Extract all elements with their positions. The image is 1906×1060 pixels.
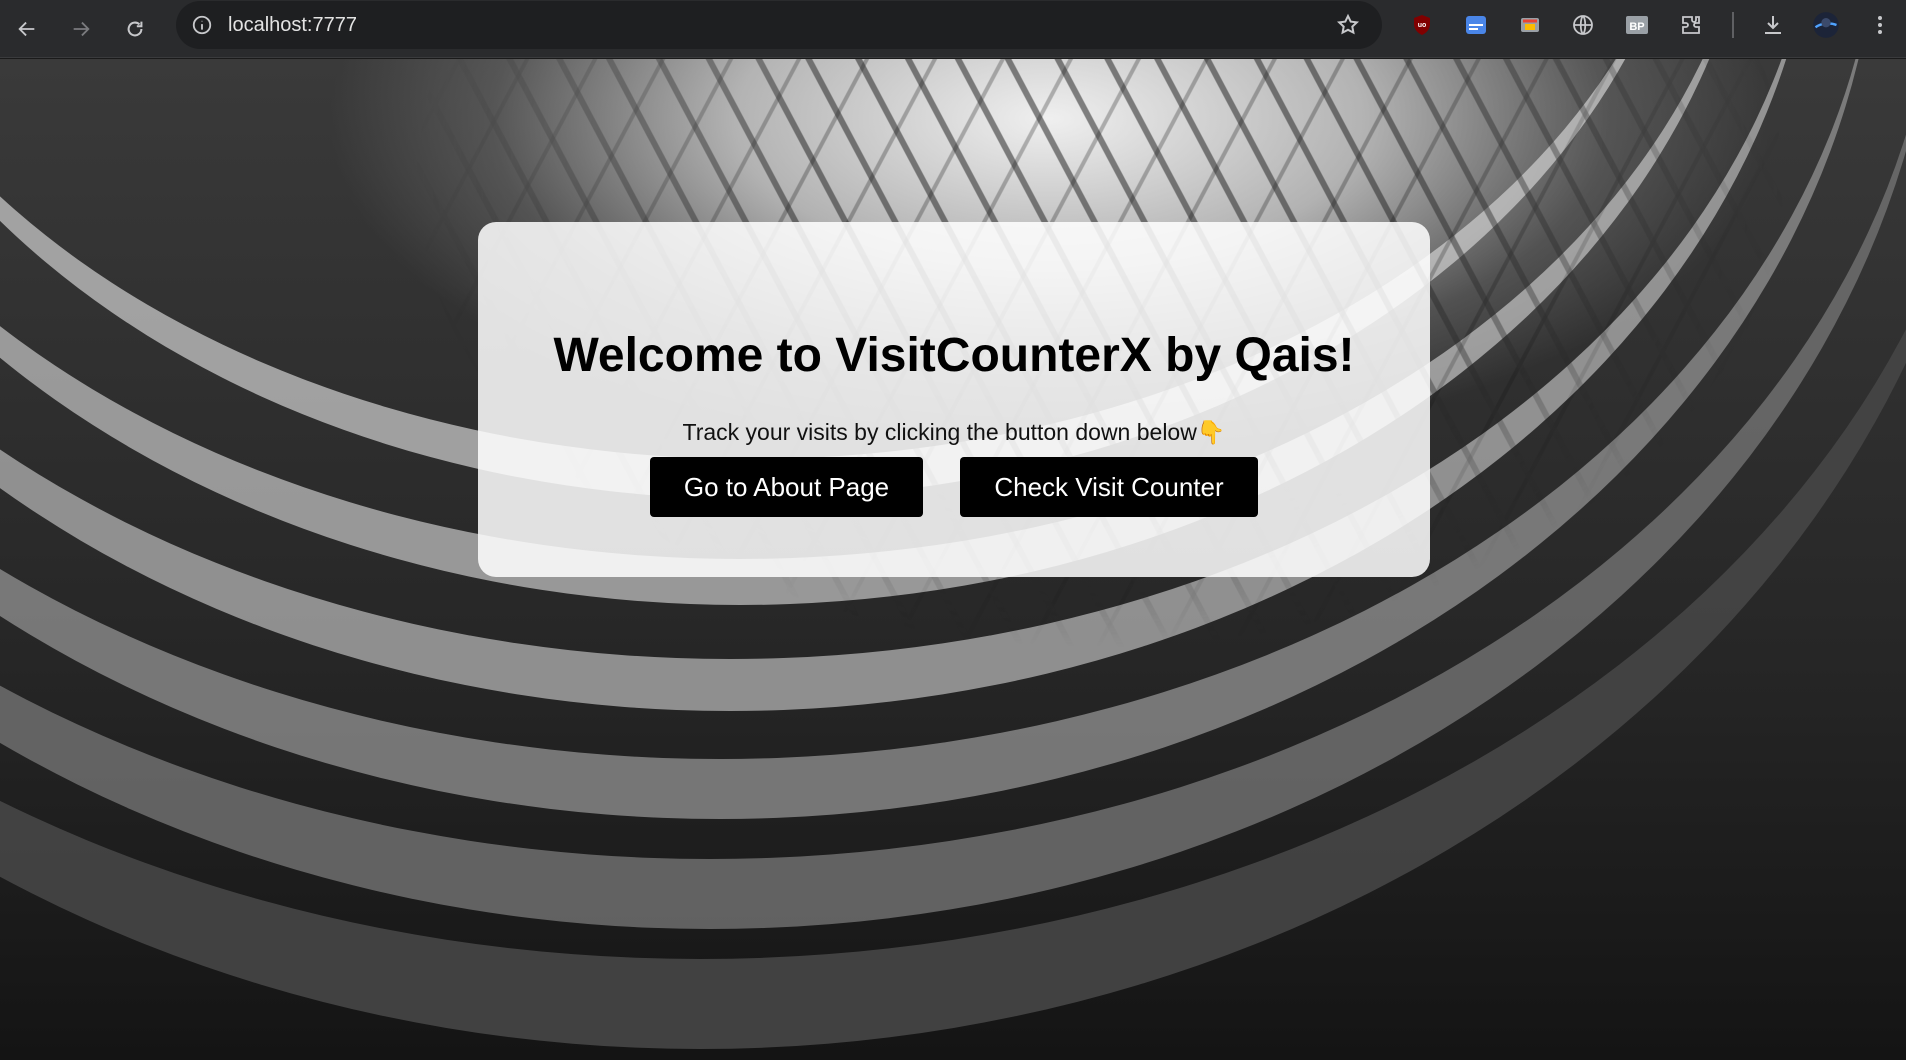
browser-toolbar: localhost:7777 uo BP [0, 0, 1906, 58]
download-icon[interactable] [1759, 11, 1787, 39]
back-icon[interactable] [7, 9, 47, 49]
page-subtitle: Track your visits by clicking the button… [682, 419, 1226, 445]
bp-label: BP [1629, 21, 1644, 33]
cast-extension-icon[interactable] [1516, 11, 1544, 39]
translate-extension-icon[interactable] [1462, 11, 1490, 39]
url-text[interactable]: localhost:7777 [228, 14, 357, 37]
about-page-button[interactable]: Go to About Page [650, 457, 923, 517]
svg-text:uo: uo [1418, 22, 1427, 29]
page-viewport: Welcome to VisitCounterX by Qais! Track … [0, 59, 1906, 1060]
ublock-icon[interactable]: uo [1408, 11, 1436, 39]
profile-avatar-icon[interactable] [1812, 11, 1840, 39]
reload-icon[interactable] [115, 9, 155, 49]
site-info-icon[interactable] [190, 13, 214, 37]
welcome-card: Welcome to VisitCounterX by Qais! Track … [478, 222, 1430, 577]
page-title: Welcome to VisitCounterX by Qais! [553, 329, 1355, 382]
globe-extension-icon[interactable] [1569, 11, 1597, 39]
address-bar[interactable]: localhost:7777 [176, 1, 1382, 49]
visit-counter-button[interactable]: Check Visit Counter [960, 457, 1258, 517]
forward-icon[interactable] [61, 9, 101, 49]
toolbar-divider [1732, 12, 1734, 38]
browser-menu-icon[interactable] [1866, 11, 1894, 39]
bp-extension-icon[interactable]: BP [1623, 11, 1651, 39]
extensions-puzzle-icon[interactable] [1677, 11, 1705, 39]
bookmark-star-icon[interactable] [1336, 13, 1360, 37]
